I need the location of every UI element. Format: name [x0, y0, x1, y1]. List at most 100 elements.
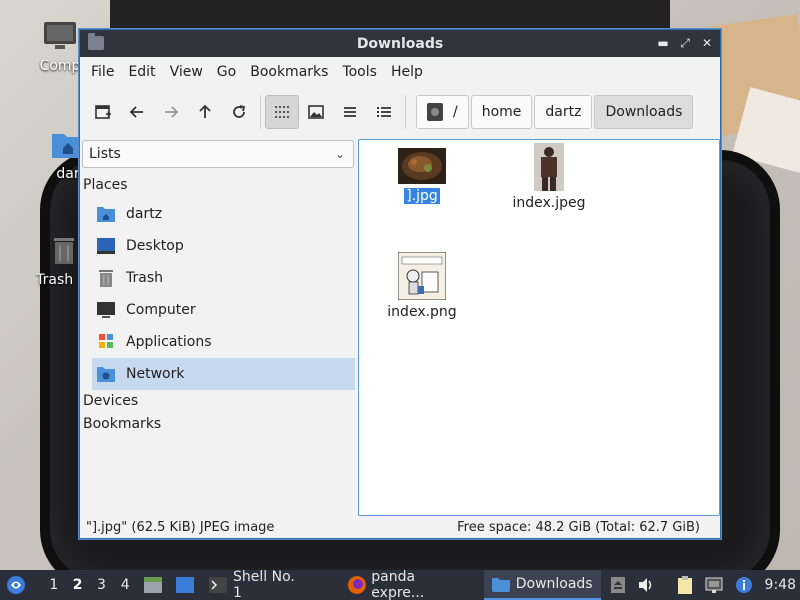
sidebar: Lists ⌄ Places dartz Desktop Trash Compu…	[80, 138, 356, 513]
sidebar-item-desktop[interactable]: Desktop	[92, 230, 355, 262]
thumbnail-view-button[interactable]	[299, 95, 333, 129]
computer-icon	[44, 22, 76, 49]
workspace-1[interactable]: 1	[42, 577, 66, 593]
taskbar: 1 2 3 4 Shell No. 1 panda expre... Downl…	[0, 569, 800, 600]
home-folder-icon	[97, 207, 115, 222]
sidebar-item-label: Network	[126, 366, 185, 382]
task-label: panda expre...	[371, 569, 425, 600]
folder-icon	[491, 578, 510, 592]
file-view[interactable]: ].jpg index.jpeg index.png	[358, 139, 720, 516]
file-name: ].jpg	[404, 188, 440, 204]
chevron-down-icon: ⌄	[334, 147, 345, 161]
back-button[interactable]	[120, 95, 154, 129]
menu-tools[interactable]: Tools	[335, 64, 384, 80]
desktop-launcher-button[interactable]	[169, 570, 201, 600]
sidebar-item-computer[interactable]: Computer	[92, 294, 355, 326]
window-title: Downloads	[356, 35, 444, 52]
path-bar: / home dartz Downloads	[416, 95, 695, 129]
sidebar-item-label: Desktop	[126, 238, 184, 254]
toolbar-separator	[405, 95, 406, 129]
forward-button[interactable]	[154, 95, 188, 129]
menu-view[interactable]: View	[163, 64, 210, 80]
side-pane-mode-select[interactable]: Lists ⌄	[82, 140, 354, 168]
path-downloads[interactable]: Downloads	[594, 95, 694, 129]
file-manager-window: Downloads ▬ ⤢ ✕ File Edit View Go Bookma…	[79, 29, 721, 539]
task-terminal[interactable]: Shell No. 1	[201, 569, 315, 600]
new-tab-button[interactable]	[86, 95, 120, 129]
drive-icon	[427, 103, 443, 121]
desktop-icon-label: dar	[56, 166, 80, 182]
up-button[interactable]	[188, 95, 222, 129]
task-label: Shell No. 1	[233, 569, 295, 600]
workspace-2[interactable]: 2	[66, 577, 90, 593]
image-thumbnail	[398, 148, 446, 184]
menu-edit[interactable]: Edit	[121, 64, 162, 80]
bookmarks-header[interactable]: Bookmarks	[83, 416, 161, 432]
menu-file[interactable]: File	[84, 64, 121, 80]
detailed-list-view-button[interactable]	[367, 95, 401, 129]
eject-button[interactable]	[605, 570, 631, 600]
detailed-list-view-icon	[377, 107, 391, 117]
menu-bookmarks[interactable]: Bookmarks	[243, 64, 335, 80]
back-arrow-icon	[129, 106, 143, 118]
minimize-button[interactable]: ▬	[656, 34, 670, 52]
compact-view-icon	[344, 107, 356, 117]
menu-help[interactable]: Help	[384, 64, 430, 80]
sidebar-item-applications[interactable]: Applications	[92, 326, 355, 358]
show-desktop-button[interactable]	[137, 570, 169, 600]
clock[interactable]: 9:48	[759, 570, 800, 600]
icon-view-icon	[275, 106, 289, 118]
network-icon	[705, 577, 723, 593]
path-segment-label: /	[453, 104, 458, 120]
sidebar-item-label: Applications	[126, 334, 212, 350]
free-space-info: Free space: 48.2 GiB (Total: 62.7 GiB)	[457, 519, 700, 535]
path-segment-label: home	[481, 104, 522, 120]
image-thumbnail	[398, 252, 446, 300]
workspace-4[interactable]: 4	[113, 577, 137, 593]
folder-icon	[88, 33, 104, 50]
task-downloads[interactable]: Downloads	[483, 570, 601, 600]
file-manager-launcher-icon	[144, 577, 163, 593]
computer-icon	[97, 302, 115, 318]
task-firefox[interactable]: panda expre...	[339, 569, 479, 600]
desktop-icon	[97, 238, 115, 254]
image-thumbnail	[534, 143, 564, 191]
volume-button[interactable]	[631, 570, 661, 600]
window-titlebar[interactable]: Downloads ▬ ⤢ ✕	[80, 30, 720, 57]
sidebar-item-network[interactable]: Network	[92, 358, 355, 390]
sidebar-item-trash[interactable]: Trash	[92, 262, 355, 294]
path-dartz[interactable]: dartz	[534, 95, 593, 129]
clipboard-icon	[677, 576, 692, 594]
icon-view-button[interactable]	[265, 95, 299, 129]
workspace-3[interactable]: 3	[90, 577, 114, 593]
devices-header[interactable]: Devices	[83, 393, 138, 409]
select-value: Lists	[89, 146, 121, 162]
file-item[interactable]: ].jpg	[367, 148, 477, 204]
close-button[interactable]: ✕	[700, 34, 714, 52]
volume-icon	[638, 578, 651, 592]
start-menu-button[interactable]	[0, 570, 32, 600]
path-home[interactable]: home	[470, 95, 533, 129]
path-segment-label: dartz	[545, 104, 582, 120]
menu-go[interactable]: Go	[210, 64, 243, 80]
compact-view-button[interactable]	[333, 95, 367, 129]
clipboard-button[interactable]	[671, 570, 699, 600]
network-folder-icon	[97, 367, 115, 382]
network-button[interactable]	[699, 570, 729, 600]
maximize-button[interactable]: ⤢	[678, 34, 692, 52]
file-item[interactable]: index.jpeg	[494, 143, 604, 211]
new-tab-icon	[95, 105, 111, 119]
start-menu-icon	[7, 576, 25, 594]
toolbar-separator	[260, 95, 261, 129]
thumbnail-view-icon	[308, 105, 324, 119]
status-bar: "].jpg" (62.5 KiB) JPEG image Free space…	[80, 516, 720, 538]
forward-arrow-icon	[165, 106, 179, 118]
path-segment-label: Downloads	[605, 104, 683, 120]
reload-button[interactable]	[222, 95, 256, 129]
path-root[interactable]: /	[416, 95, 469, 129]
file-item[interactable]: index.png	[367, 252, 477, 320]
notifications-button[interactable]	[729, 570, 759, 600]
sidebar-item-dartz[interactable]: dartz	[92, 198, 355, 230]
terminal-icon	[209, 577, 228, 593]
sidebar-item-label: Trash	[126, 270, 163, 286]
